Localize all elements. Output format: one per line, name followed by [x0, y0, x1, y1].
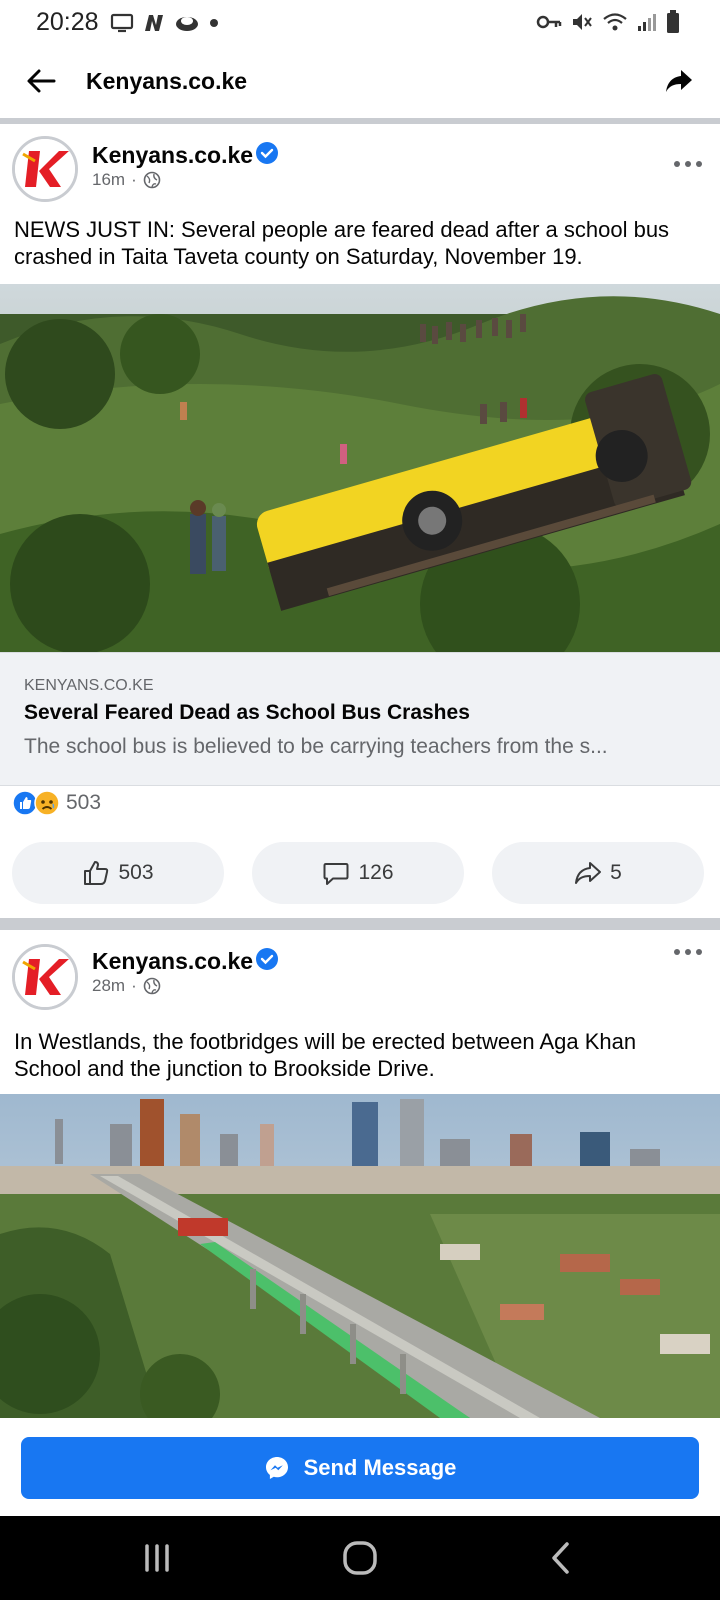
- link-description: The school bus is believed to be carryin…: [24, 735, 608, 758]
- messenger-icon: [265, 1457, 288, 1479]
- meta-separator: ·: [131, 170, 137, 189]
- post-text: In Westlands, the footbridges will be er…: [14, 1029, 637, 1081]
- globe-icon: [143, 171, 161, 189]
- post-meta: 28m ·: [92, 976, 161, 996]
- app-bar-title: Kenyans.co.ke: [86, 68, 248, 94]
- home-icon[interactable]: [338, 1536, 382, 1580]
- link-domain: KENYANS.CO.KE: [24, 677, 154, 694]
- meta-separator: ·: [131, 976, 137, 995]
- battery-icon: [667, 10, 679, 33]
- status-time: 20:28: [36, 8, 99, 36]
- recent-apps-icon[interactable]: [135, 1536, 179, 1580]
- link-preview-card[interactable]: KENYANS.CO.KE Several Feared Dead as Sch…: [0, 652, 720, 786]
- comment-bubble-icon: [323, 863, 349, 885]
- globe-icon: [143, 977, 161, 995]
- cap-icon: [176, 17, 198, 31]
- like-count: 503: [118, 861, 154, 884]
- like-button[interactable]: 503: [12, 842, 224, 904]
- post-meta: 16m ·: [92, 170, 161, 190]
- westlands-photo: [0, 1094, 720, 1418]
- thumbs-up-icon: [84, 861, 109, 885]
- send-message-label: Send Message: [303, 1455, 457, 1480]
- comment-button[interactable]: 126: [252, 842, 464, 904]
- system-nav-bar: [0, 1516, 720, 1600]
- sad-reaction-icon: [34, 790, 60, 816]
- status-right-icons: [536, 10, 680, 34]
- key-icon: [536, 15, 562, 29]
- post-card: Kenyans.co.ke 28m · In Westlands, the fo…: [0, 930, 720, 1418]
- post-photo-bus-crash[interactable]: [0, 284, 720, 652]
- post-text: NEWS JUST IN: Several people are feared …: [14, 217, 670, 269]
- app-bar: Kenyans.co.ke: [0, 44, 720, 118]
- send-message-bar: Send Message: [0, 1418, 720, 1516]
- wifi-icon: [603, 13, 627, 31]
- reactions-summary[interactable]: 503: [12, 790, 101, 816]
- verified-badge-icon: [256, 142, 278, 164]
- bus-crash-photo: [0, 284, 720, 652]
- kenyans-logo-icon: [15, 139, 75, 199]
- post-time[interactable]: 28m: [92, 976, 125, 996]
- post-time[interactable]: 16m: [92, 170, 125, 190]
- share-count: 5: [610, 861, 622, 884]
- screen-mirror-icon: [110, 13, 134, 33]
- more-options-icon[interactable]: [672, 944, 704, 960]
- post-card: Kenyans.co.ke 16m · NEWS JUST IN: Severa…: [0, 124, 720, 918]
- share-button[interactable]: 5: [492, 842, 704, 904]
- verified-badge-icon: [256, 948, 278, 970]
- link-title: Several Feared Dead as School Bus Crashe…: [24, 701, 470, 724]
- more-options-icon[interactable]: [672, 156, 704, 172]
- status-left-icons: [110, 12, 220, 34]
- reaction-count: 503: [66, 791, 102, 814]
- send-message-button[interactable]: Send Message: [21, 1437, 699, 1499]
- back-nav-icon[interactable]: [540, 1536, 584, 1580]
- page-name[interactable]: Kenyans.co.ke: [92, 142, 253, 169]
- n-badge-icon: [145, 15, 163, 31]
- signal-icon: [638, 14, 656, 31]
- status-bar: 20:28: [0, 0, 720, 44]
- share-icon: [575, 862, 602, 884]
- mute-icon: [573, 14, 592, 30]
- kenyans-logo-icon: [15, 947, 75, 1007]
- section-divider: [0, 918, 720, 930]
- share-arrow-icon[interactable]: [664, 66, 694, 96]
- page-avatar[interactable]: [12, 136, 78, 202]
- post-photo-westlands[interactable]: [0, 1094, 720, 1418]
- page-name[interactable]: Kenyans.co.ke: [92, 948, 253, 975]
- back-arrow-icon[interactable]: [24, 64, 58, 98]
- dot-icon: [210, 19, 218, 27]
- comment-count: 126: [358, 861, 394, 884]
- page-avatar[interactable]: [12, 944, 78, 1010]
